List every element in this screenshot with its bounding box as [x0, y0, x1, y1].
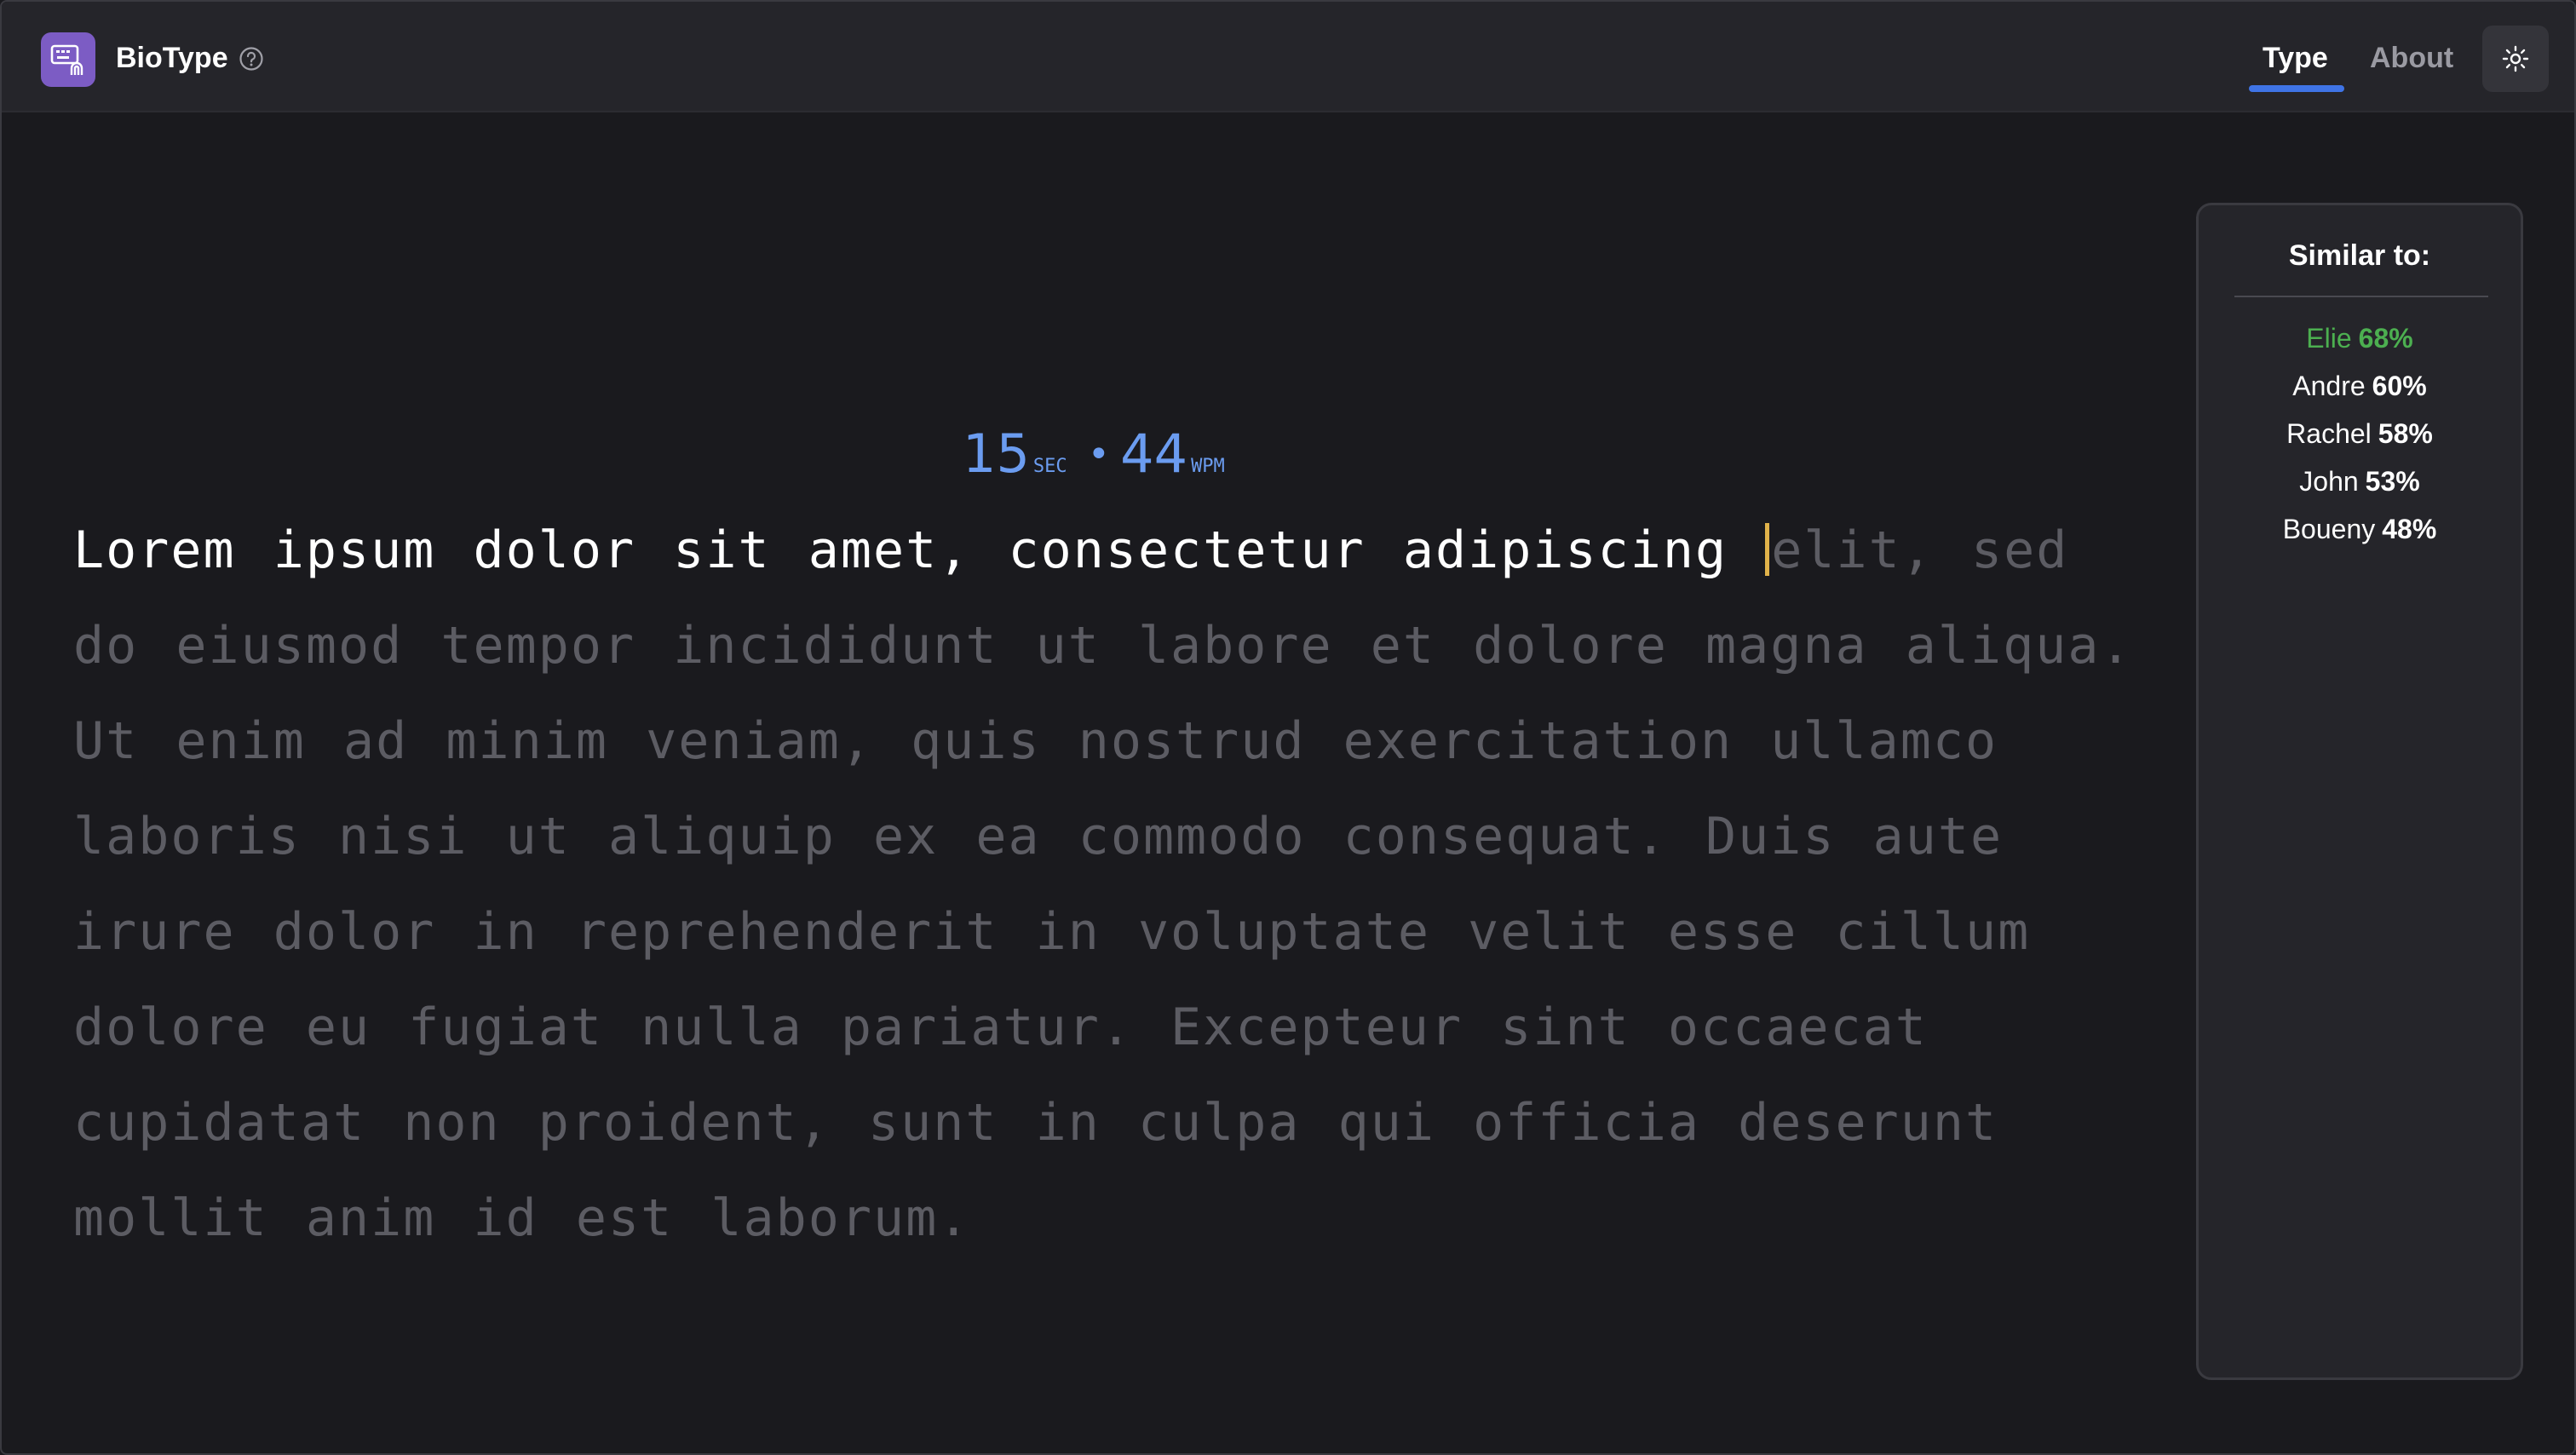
similar-item: Andre 60% — [2199, 362, 2521, 410]
theme-toggle-button[interactable] — [2482, 26, 2549, 92]
question-circle-icon[interactable] — [239, 46, 264, 72]
similar-item-percent: 58% — [2378, 418, 2433, 449]
similar-title: Similar to: — [2288, 239, 2431, 272]
seconds-value: 15 — [963, 423, 1030, 485]
similar-item-name: Andre — [2292, 371, 2366, 401]
app-title: BioType — [116, 42, 228, 74]
similar-divider — [2234, 296, 2488, 297]
wpm-unit: WPM — [1191, 456, 1225, 477]
keyboard-fingerprint-icon[interactable] — [41, 32, 95, 87]
active-tab-indicator — [2249, 85, 2344, 92]
similar-item: Boueny 48% — [2199, 505, 2521, 553]
similar-item-name: Elie — [2306, 323, 2352, 354]
similar-list: Elie 68% Andre 60% Rachel 58% John 53% Bouen… — [2199, 314, 2521, 553]
similar-item-percent: 53% — [2365, 466, 2420, 497]
top-bar: BioType Type About — [2, 2, 2574, 112]
similar-item-name: Rachel — [2286, 418, 2372, 449]
similar-item-name: John — [2299, 466, 2359, 497]
app-window: BioType Type About 15 SEC • 44 WPM Lorem… — [0, 0, 2576, 1455]
similar-item-percent: 48% — [2382, 514, 2437, 544]
tab-type[interactable]: Type — [2263, 39, 2328, 77]
similar-item-percent: 60% — [2372, 371, 2427, 401]
typed-text: Lorem ipsum dolor sit amet, consectetur … — [73, 520, 1766, 580]
stats-separator: • — [1087, 433, 1111, 476]
wpm-value: 44 — [1120, 423, 1188, 485]
typing-area[interactable]: Lorem ipsum dolor sit amet, consectetur … — [73, 503, 2169, 1266]
similar-item-name: Boueny — [2282, 514, 2376, 544]
similar-item-percent: 68% — [2358, 323, 2413, 354]
similarity-panel: Similar to: Elie 68% Andre 60% Rachel 58% J… — [2196, 203, 2523, 1380]
seconds-unit: SEC — [1032, 456, 1067, 477]
sun-icon — [2502, 45, 2529, 72]
text-caret — [1765, 523, 1770, 576]
similar-item: John 53% — [2199, 457, 2521, 505]
tab-about[interactable]: About — [2370, 39, 2453, 77]
similar-item: Rachel 58% — [2199, 410, 2521, 457]
similar-item: Elie 68% — [2199, 314, 2521, 362]
remaining-text: elit, sed do eiusmod tempor incididunt u… — [73, 520, 2133, 1248]
typing-stats: 15 SEC • 44 WPM — [963, 423, 1233, 491]
